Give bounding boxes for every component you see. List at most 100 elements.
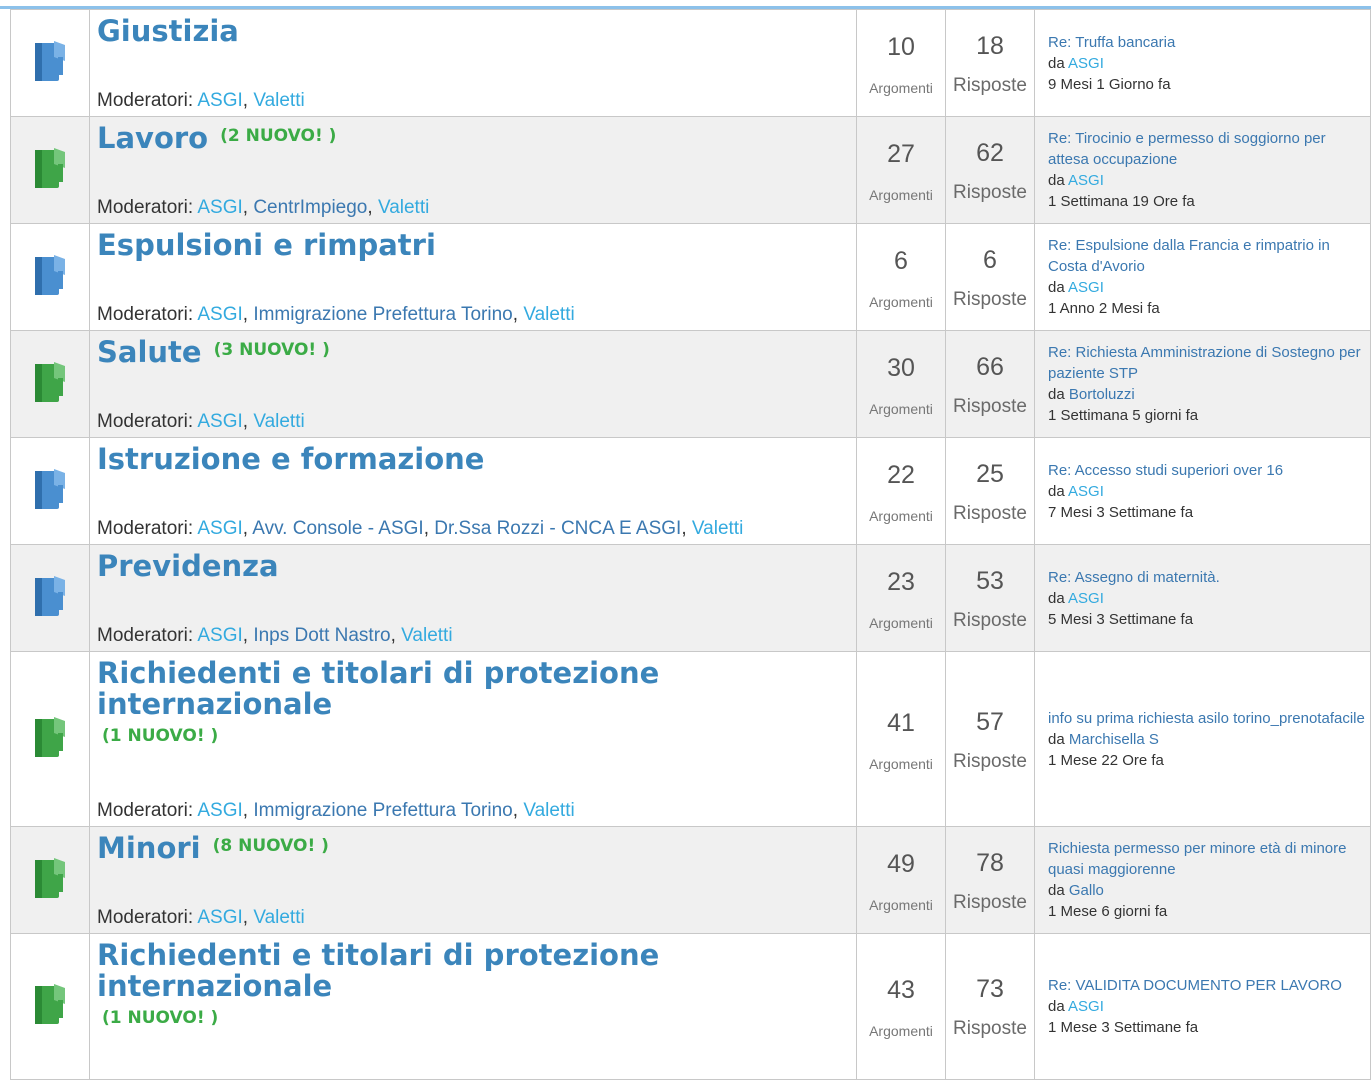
category-title-link[interactable]: Istruzione e formazione [97,444,484,475]
last-post-topic-link[interactable]: Re: Tirocinio e permesso di soggiorno pe… [1048,128,1370,170]
replies-count-cell: 78 Risposte [945,826,1035,934]
last-post-cell: Re: Espulsione dalla Francia e rimpatrio… [1034,223,1371,331]
last-post-author-link[interactable]: ASGI [1068,55,1104,72]
category-title-link[interactable]: Previdenza [97,551,279,582]
moderator-link[interactable]: Immigrazione Prefettura Torino [253,304,512,325]
moderator-link[interactable]: Dr.Ssa Rozzi - CNCA E ASGI [434,518,681,539]
last-post-author-link[interactable]: Bortoluzzi [1069,386,1135,403]
moderator-link[interactable]: Valetti [378,197,429,218]
last-post-cell: Re: Truffa bancaria da ASGI 9 Mesi 1 Gio… [1034,9,1371,117]
separator: , [512,304,524,325]
last-post-cell: Re: Tirocinio e permesso di soggiorno pe… [1034,116,1371,224]
last-post-author-link[interactable]: ASGI [1068,483,1104,500]
moderators-line: Moderatori: ASGI, Inps Dott Nastro, Vale… [97,625,453,647]
moderator-link[interactable]: Avv. Console - ASGI [252,518,423,539]
separator: , [367,197,378,218]
category-title-link[interactable]: Giustizia [97,16,239,47]
moderator-link[interactable]: ASGI [197,304,242,325]
category-title-link[interactable]: Espulsioni e rimpatri [97,230,436,261]
moderator-link[interactable]: ASGI [197,197,242,218]
moderators-label: Moderatori: [97,90,194,111]
moderator-link[interactable]: CentrImpiego [253,197,367,218]
topics-count: 22 [887,460,915,489]
moderator-link[interactable]: Valetti [692,518,743,539]
last-post-topic-link[interactable]: Re: Assegno di maternità. [1048,567,1370,588]
last-post-topic-link[interactable]: Re: Espulsione dalla Francia e rimpatrio… [1048,235,1370,277]
by-label: da [1048,730,1065,748]
separator: , [242,411,254,432]
moderator-link[interactable]: ASGI [197,411,242,432]
category-title-link[interactable]: Salute [97,337,202,368]
last-post-author-line: da ASGI [1048,277,1370,298]
category-row: Espulsioni e rimpatri Moderatori: ASGI, I… [10,223,1371,331]
last-post-author-link[interactable]: ASGI [1068,998,1104,1015]
last-post-time: 7 Mesi 3 Settimane fa [1048,503,1194,521]
last-post-time: 5 Mesi 3 Settimane fa [1048,610,1194,628]
last-post-topic-link[interactable]: Re: Truffa bancaria [1048,32,1370,53]
by-label: da [1048,172,1065,189]
last-post-author-link[interactable]: ASGI [1068,279,1104,296]
moderator-link[interactable]: Valetti [523,304,574,325]
last-post-topic-link[interactable]: info su prima richiesta asilo torino_pre… [1048,708,1370,729]
new-posts-badge: (1 NUOVO! ) [102,1008,219,1028]
moderator-link[interactable]: ASGI [197,625,242,646]
folder-read-icon [35,40,65,81]
by-label: da [1048,998,1065,1015]
category-title-link[interactable]: Lavoro [97,123,208,154]
topics-label: Argomenti [869,186,933,203]
topics-count-cell: 27 Argomenti [856,116,946,224]
last-post-time: 9 Mesi 1 Giorno fa [1048,75,1171,93]
last-post-topic-link[interactable]: Re: Richiesta Amministrazione di Sostegn… [1048,342,1370,384]
category-icon-cell [10,223,90,331]
by-label: da [1048,482,1065,500]
separator: , [242,800,254,821]
last-post-author-link[interactable]: ASGI [1068,590,1104,607]
replies-count: 25 [976,459,1004,488]
moderator-link[interactable]: ASGI [197,518,242,539]
moderator-link[interactable]: Valetti [253,907,304,928]
topics-label: Argomenti [869,1023,933,1039]
last-post-topic-link[interactable]: Richiesta permesso per minore età di min… [1048,838,1370,880]
last-post-time: 1 Settimana 19 Ore fa [1048,193,1195,210]
category-title-cell: Giustizia Moderatori: ASGI, Valetti [89,9,857,117]
category-main: Minori (8 NUOVO! ) Moderatori: ASGI, Valet… [91,828,856,933]
moderator-link[interactable]: Valetti [401,625,452,646]
topics-count-cell: 22 Argomenti [856,437,946,545]
moderator-link[interactable]: Valetti [253,90,304,111]
category-main: Giustizia Moderatori: ASGI, Valetti [91,11,856,116]
by-label: da [1048,279,1065,296]
last-post-author-line: da ASGI [1048,481,1370,502]
moderator-link[interactable]: ASGI [197,800,242,821]
last-post-cell: Re: Assegno di maternità. da ASGI 5 Mesi… [1034,544,1371,652]
last-post-author-link[interactable]: ASGI [1068,172,1104,189]
moderator-link[interactable]: Valetti [523,800,574,821]
category-main: Richiedenti e titolari di protezione int… [91,940,856,1079]
topics-count-cell: 30 Argomenti [856,330,946,438]
separator: , [242,518,253,539]
moderator-link[interactable]: Immigrazione Prefettura Torino [253,800,512,821]
last-post-topic-link[interactable]: Re: Accesso studi superiori over 16 [1048,460,1370,481]
category-title-link[interactable]: Minori [97,833,201,864]
category-icon-cell [10,437,90,545]
last-post-time: 1 Settimana 5 giorni fa [1048,407,1199,424]
moderator-link[interactable]: Inps Dott Nastro [253,625,390,646]
moderators-line: Moderatori: ASGI, CentrImpiego, Valetti [97,197,429,219]
moderator-link[interactable]: ASGI [197,907,242,928]
last-post-time: 1 Mese 6 giorni fa [1048,903,1168,920]
replies-count: 66 [976,352,1004,381]
replies-label: Risposte [953,288,1027,310]
moderator-link[interactable]: Valetti [253,411,304,432]
category-row: Salute (3 NUOVO! ) Moderatori: ASGI, Valet… [10,330,1371,438]
last-post-topic-link[interactable]: Re: VALIDITA DOCUMENTO PER LAVORO [1048,975,1370,996]
separator: , [681,518,692,539]
last-post-author-link[interactable]: Marchisella S [1069,731,1159,748]
category-title-link[interactable]: Richiedenti e titolari di protezione int… [97,940,697,1002]
moderator-link[interactable]: ASGI [197,90,242,111]
replies-count-cell: 66 Risposte [945,330,1035,438]
separator: , [242,625,254,646]
category-main: Richiedenti e titolari di protezione int… [91,658,856,826]
last-post-author-link[interactable]: Gallo [1069,882,1104,899]
last-post-author-line: da Gallo [1048,880,1370,901]
category-title-link[interactable]: Richiedenti e titolari di protezione int… [97,658,697,720]
category-icon-cell [10,544,90,652]
